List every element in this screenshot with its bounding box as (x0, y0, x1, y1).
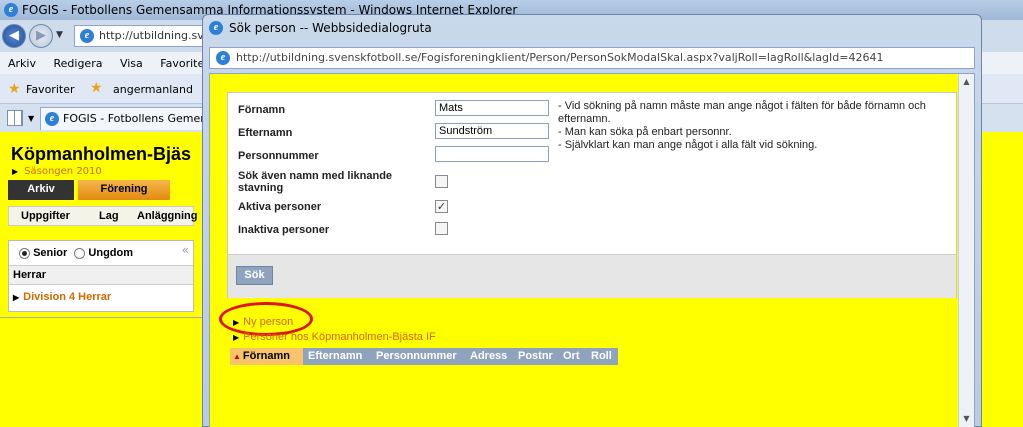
favorite-link[interactable]: angermanland (113, 83, 193, 96)
history-dropdown-icon[interactable]: ▼ (56, 30, 63, 40)
forward-arrow-icon[interactable]: ▶ (29, 24, 53, 48)
divider (0, 317, 205, 318)
dialog-address-bar: e http://utbildning.svenskfotboll.se/Fog… (209, 47, 975, 69)
age-group-radios: Senior Ungdom (19, 247, 133, 259)
new-person-link-text: Ny person (243, 316, 294, 328)
tab-forening[interactable]: Förening (78, 180, 170, 200)
team-panel: Senior Ungdom « Herrar Division 4 Herrar (8, 240, 194, 312)
add-favorite-icon[interactable]: ★ (90, 80, 103, 96)
favorites-star-icon[interactable]: ★ (8, 81, 21, 97)
efternamn-input[interactable] (435, 123, 549, 139)
tab-arkiv[interactable]: Arkiv (8, 180, 74, 200)
sort-icon: ▲ (233, 352, 241, 361)
search-button[interactable]: Sök (236, 266, 273, 285)
column-header-personnummer[interactable]: Personnummer (376, 348, 457, 365)
form-footer: Sök (228, 254, 956, 298)
back-arrow-icon[interactable]: ◀ (2, 24, 26, 48)
sub-navigation: Uppgifter Lag Anläggning (8, 206, 198, 226)
search-person-dialog: e Sök person -- Webbsidedialogruta e htt… (202, 14, 982, 427)
dialog-address-text: http://utbildning.svenskfotboll.se/Fogis… (236, 51, 884, 64)
arrow-right-icon: ▶ (233, 333, 240, 342)
scroll-down-icon[interactable]: ▼ (959, 411, 974, 427)
club-persons-link-text: Personer hos Köpmanholmen-Bjästa IF (243, 331, 436, 343)
dialog-scrollbar[interactable]: ▲ ▼ (958, 74, 974, 427)
column-header-adress[interactable]: Adress (470, 348, 507, 365)
tab-list-dropdown-icon[interactable]: ▼ (28, 114, 34, 123)
new-person-link[interactable]: ▶ Ny person (233, 316, 293, 328)
help-line-2: - Man kan söka på enbart personnr. (558, 126, 732, 138)
dialog-ie-icon: e (209, 21, 223, 35)
dialog-page-icon: e (216, 51, 230, 65)
results-table-header: ▲ Förnamn Efternamn Personnummer Adress P… (230, 348, 618, 365)
club-title: Köpmanholmen-Bjäs (11, 144, 192, 164)
quick-tabs-icon[interactable] (7, 110, 23, 126)
help-line-3: - Självklart kan man ange något i alla f… (558, 139, 818, 151)
ie-icon: e (4, 3, 18, 17)
tab-page-icon: e (45, 112, 59, 126)
liknande-label-line1: Sök även namn med liknande (238, 170, 393, 182)
column-label: Förnamn (242, 350, 290, 362)
page-icon: e (80, 29, 94, 43)
season-link[interactable]: Säsongen 2010 (12, 166, 102, 177)
senior-radio[interactable] (19, 247, 30, 259)
liknande-checkbox[interactable] (435, 175, 448, 188)
browser-tab-fogis[interactable]: e FOGIS - Fotbollens Gemen... (40, 107, 205, 130)
column-header-fornamn[interactable]: ▲ Förnamn (230, 348, 303, 365)
column-header-efternamn[interactable]: Efternamn (308, 348, 362, 365)
menu-item-redigera[interactable]: Redigera (53, 57, 102, 70)
liknande-label-line2: stavning (238, 182, 284, 194)
search-form: Förnamn Efternamn Personnummer Sök även … (227, 92, 957, 298)
efternamn-label: Efternamn (238, 127, 293, 139)
sub-nav-anlaggning[interactable]: Anläggning (137, 210, 198, 222)
personnummer-input[interactable] (435, 146, 549, 162)
aktiva-checkbox[interactable]: ✓ (435, 200, 448, 213)
fornamn-input[interactable] (435, 100, 549, 116)
search-help-text: - Vid sökning på namn måste man ange någ… (558, 100, 956, 152)
inaktiva-label: Inaktiva personer (238, 224, 330, 236)
aktiva-label: Aktiva personer (238, 201, 322, 213)
menu-item-visa[interactable]: Visa (120, 57, 143, 70)
ungdom-radio[interactable] (74, 247, 86, 259)
division-link[interactable]: Division 4 Herrar (13, 291, 111, 303)
favorites-button[interactable]: Favoriter (26, 83, 74, 96)
ungdom-radio-label: Ungdom (88, 247, 134, 259)
group-header: Herrar (9, 265, 193, 285)
scroll-up-icon[interactable]: ▲ (959, 74, 974, 90)
menu-item-arkiv[interactable]: Arkiv (8, 57, 36, 70)
sub-nav-lag[interactable]: Lag (99, 210, 119, 222)
club-persons-link[interactable]: ▶ Personer hos Köpmanholmen-Bjästa IF (233, 331, 436, 343)
column-header-roll[interactable]: Roll (591, 348, 612, 365)
dialog-title: Sök person -- Webbsidedialogruta (229, 21, 432, 35)
collapse-icon[interactable]: « (182, 243, 189, 257)
fornamn-label: Förnamn (238, 104, 286, 116)
sub-nav-uppgifter[interactable]: Uppgifter (21, 210, 70, 222)
dialog-content: Förnamn Efternamn Personnummer Sök även … (209, 73, 975, 427)
column-header-ort[interactable]: Ort (563, 348, 580, 365)
column-header-postnr[interactable]: Postnr (518, 348, 553, 365)
help-line-1: - Vid sökning på namn måste man ange någ… (558, 100, 926, 125)
inaktiva-checkbox[interactable] (435, 222, 448, 235)
arrow-right-icon: ▶ (233, 318, 240, 327)
background-address-text: http://utbildning.sve (99, 29, 211, 42)
senior-radio-label: Senior (33, 247, 68, 259)
browser-tab-title: FOGIS - Fotbollens Gemen... (63, 112, 205, 125)
personnummer-label: Personnummer (238, 150, 319, 162)
background-address-bar[interactable]: e http://utbildning.sve (74, 25, 214, 47)
